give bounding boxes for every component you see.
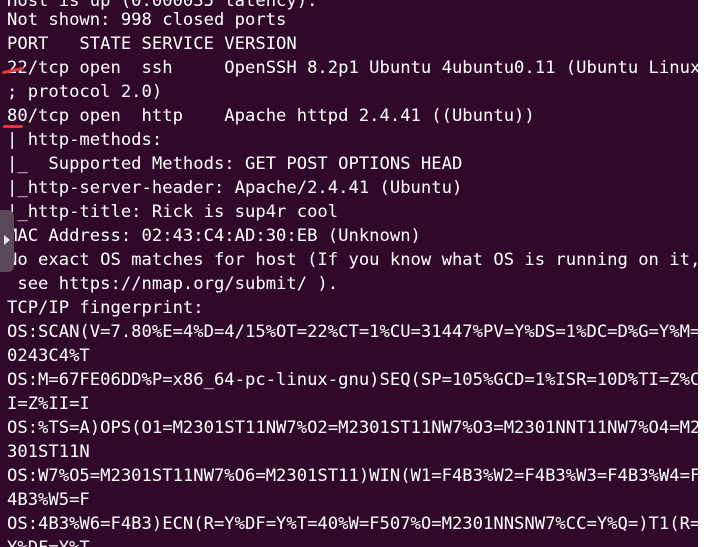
terminal-line: OS:M=67FE06DD%P=x86_64-pc-linux-gnu)SEQ(… (7, 370, 701, 390)
terminal-line: OS:SCAN(V=7.80%E=4%D=4/15%OT=22%CT=1%CU=… (7, 322, 701, 342)
terminal-window[interactable]: Host is up (0.000035 latency). Not shown… (0, 0, 706, 547)
terminal-line: ; protocol 2.0) (7, 82, 163, 102)
terminal-line: PORT STATE SERVICE VERSION (7, 34, 297, 54)
terminal-line: No exact OS matches for host (If you kno… (7, 250, 701, 270)
terminal-line: 4B3%W5=F (7, 490, 90, 510)
terminal-line: 0243C4%T (7, 346, 90, 366)
terminal-line: see https://nmap.org/submit/ ). (7, 274, 339, 294)
terminal-line: OS:W7%O5=M2301ST11NW7%O6=M2301ST11)WIN(W… (7, 466, 701, 486)
terminal-line: 22/tcp open ssh OpenSSH 8.2p1 Ubuntu 4ub… (7, 58, 701, 78)
terminal-line: |_http-title: Rick is sup4r cool (7, 202, 339, 222)
terminal-line: | http-methods: (7, 130, 163, 150)
play-arrow-icon (4, 235, 10, 245)
side-panel-handle[interactable] (0, 210, 14, 272)
red-underline-annotation (3, 125, 23, 128)
terminal-line: 80/tcp open http Apache httpd 2.4.41 ((U… (7, 106, 535, 126)
terminal-line: I=Z%II=I (7, 394, 90, 414)
terminal-line: Not shown: 998 closed ports (7, 10, 287, 30)
terminal-line: |_ Supported Methods: GET POST OPTIONS H… (7, 154, 463, 174)
terminal-line: 301ST11N (7, 442, 90, 462)
window-right-edge (698, 0, 706, 547)
terminal-line: OS:4B3%W6=F4B3)ECN(R=Y%DF=Y%T=40%W=F507%… (7, 514, 701, 534)
terminal-line: OS:%TS=A)OPS(O1=M2301ST11NW7%O2=M2301ST1… (7, 418, 701, 438)
terminal-line: TCP/IP fingerprint: (7, 298, 204, 318)
terminal-line: Y%DF=Y%T (7, 536, 90, 547)
terminal-line: MAC Address: 02:43:C4:AD:30:EB (Unknown) (7, 226, 421, 246)
terminal-line: |_http-server-header: Apache/2.4.41 (Ubu… (7, 178, 463, 198)
